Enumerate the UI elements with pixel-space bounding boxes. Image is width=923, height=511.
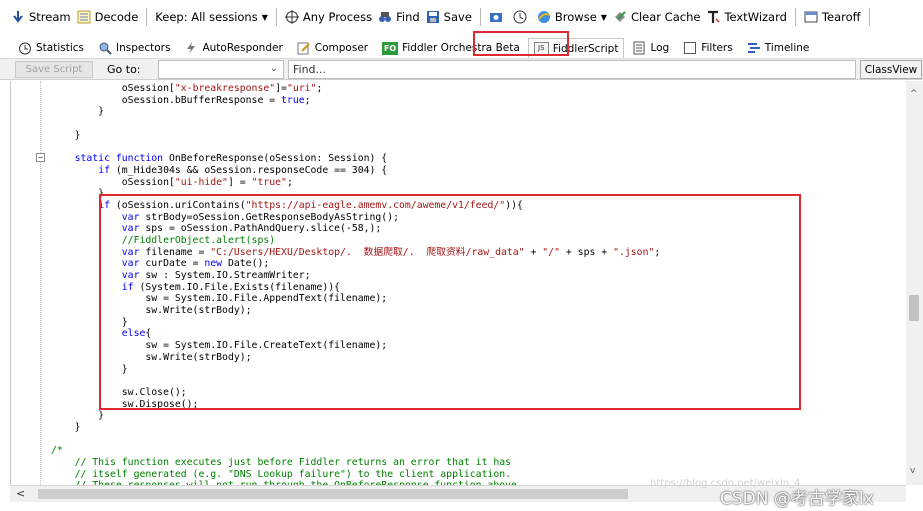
fold-guide — [40, 81, 41, 485]
save-script-button[interactable]: Save Script — [15, 61, 93, 78]
tab-statistics[interactable]: Statistics — [12, 38, 90, 58]
code-line[interactable]: // itself generated (e.g. "DNS Lookup fa… — [51, 469, 660, 481]
code-line[interactable]: oSession["x-breakresponse"]="uri"; — [51, 83, 660, 95]
toolbar-divider — [794, 8, 796, 26]
toolbar-divider — [275, 8, 277, 26]
timer-button[interactable] — [510, 6, 534, 28]
find-button[interactable]: Find — [375, 6, 423, 28]
code-line[interactable]: if (m_Hide304s && oSession.responseCode … — [51, 165, 660, 177]
tearoff-button[interactable]: Tearoff — [801, 6, 864, 28]
code-line[interactable]: static function OnBeforeResponse(oSessio… — [51, 153, 660, 165]
tab-label: Composer — [314, 42, 369, 54]
scroll-up-icon[interactable]: ^ — [910, 89, 918, 99]
code-line[interactable]: } — [51, 422, 660, 434]
any-process-label: Any Process — [302, 10, 373, 24]
text-wizard-label: TextWizard — [724, 10, 787, 24]
scroll-down-icon[interactable]: v — [910, 466, 915, 476]
stopwatch-icon — [18, 41, 32, 55]
goto-label: Go to: — [107, 63, 141, 76]
toolbar-divider — [479, 8, 481, 26]
find-input[interactable]: Find... — [288, 60, 856, 79]
browser-icon — [537, 10, 551, 24]
clear-cache-label: Clear Cache — [630, 10, 701, 24]
decode-button[interactable]: Decode — [74, 6, 142, 28]
camera-icon — [489, 10, 503, 24]
tab-autoresponder[interactable]: AutoResponder — [178, 38, 288, 58]
tab-label: Inspectors — [116, 42, 171, 54]
tab-log[interactable]: Log — [626, 38, 675, 58]
code-block-highlight — [99, 194, 801, 410]
tab-timeline[interactable]: Timeline — [741, 38, 816, 58]
code-line[interactable]: } — [51, 130, 660, 142]
tab-strip: Statistics Inspectors AutoResponder Comp… — [0, 34, 923, 58]
code-line[interactable]: oSession["ui-hide"] = "true"; — [51, 177, 660, 189]
tab-label: Log — [650, 42, 670, 54]
clock-icon — [513, 10, 527, 24]
fo-badge-icon: FO — [382, 41, 399, 55]
toolbar-divider — [868, 8, 870, 26]
code-line[interactable]: } — [51, 410, 660, 422]
tearoff-icon — [804, 10, 818, 24]
goto-select[interactable]: ⌄ — [158, 60, 284, 79]
chevron-down-icon: ▼ — [600, 12, 607, 22]
decode-label: Decode — [94, 10, 139, 24]
lightning-icon — [184, 41, 198, 55]
code-line[interactable] — [51, 118, 660, 130]
code-line[interactable]: oSession.bBufferResponse = true; — [51, 95, 660, 107]
scroll-thumb[interactable] — [909, 295, 919, 321]
code-line[interactable]: } — [51, 106, 660, 118]
code-line[interactable]: /* — [51, 445, 660, 457]
pencil-icon — [297, 41, 311, 55]
code-line[interactable]: // This function executes just before Fi… — [51, 457, 660, 469]
clear-cache-button[interactable]: Clear Cache — [610, 6, 704, 28]
timeline-icon — [747, 41, 761, 55]
stream-label: Stream — [29, 10, 71, 24]
save-icon — [426, 10, 440, 24]
any-process-button[interactable]: Any Process — [282, 6, 375, 28]
text-wizard-icon — [706, 10, 720, 24]
keep-sessions-label: Keep: All sessions — [155, 10, 258, 24]
code-line[interactable] — [51, 141, 660, 153]
editor-left-margin — [0, 81, 10, 511]
text-wizard-button[interactable]: TextWizard — [703, 6, 789, 28]
chevron-down-icon: ▼ — [261, 12, 268, 22]
find-label: Find — [396, 10, 420, 24]
scroll-left-icon[interactable]: < — [16, 487, 25, 500]
tab-label: Timeline — [764, 42, 810, 54]
scroll-thumb[interactable] — [38, 489, 628, 499]
tab-label: Filters — [701, 42, 733, 54]
script-toolbar: Save Script Go to: ⌄ Find... ClassView — [0, 58, 923, 80]
tearoff-label: Tearoff — [821, 10, 861, 24]
checkbox-icon — [683, 41, 697, 55]
decode-icon — [77, 10, 91, 24]
main-toolbar: Stream Decode Keep: All sessions ▼ Any Pr… — [0, 0, 923, 34]
fold-toggle-icon[interactable]: − — [36, 153, 45, 162]
browse-label: Browse — [554, 10, 597, 24]
browse-button[interactable]: Browse ▼ — [534, 6, 610, 28]
log-icon — [632, 41, 646, 55]
screenshot-button[interactable] — [486, 6, 510, 28]
fiddlerscript-tab-highlight — [473, 31, 569, 56]
save-label: Save — [443, 10, 472, 24]
code-line[interactable] — [51, 434, 660, 446]
tab-inspectors[interactable]: Inspectors — [92, 38, 176, 58]
watermark: CSDN @考古学家lx — [720, 489, 874, 509]
tab-label: Statistics — [36, 42, 84, 54]
tab-label: AutoResponder — [202, 42, 283, 54]
classview-button[interactable]: ClassView — [860, 60, 922, 79]
inspector-icon — [98, 41, 112, 55]
stream-button[interactable]: Stream — [8, 6, 74, 28]
crosshair-icon — [284, 10, 299, 24]
chevron-down-icon: ⌄ — [269, 63, 278, 74]
tab-composer[interactable]: Composer — [291, 38, 374, 58]
keep-sessions-dropdown[interactable]: Keep: All sessions ▼ — [152, 6, 271, 28]
toolbar-divider — [146, 8, 148, 26]
binoculars-icon — [378, 10, 392, 24]
save-button[interactable]: Save — [423, 6, 475, 28]
stream-icon — [11, 10, 25, 24]
clear-cache-icon — [613, 10, 627, 24]
vertical-scrollbar[interactable]: ^ v — [906, 81, 923, 485]
tab-filters[interactable]: Filters — [677, 38, 738, 58]
